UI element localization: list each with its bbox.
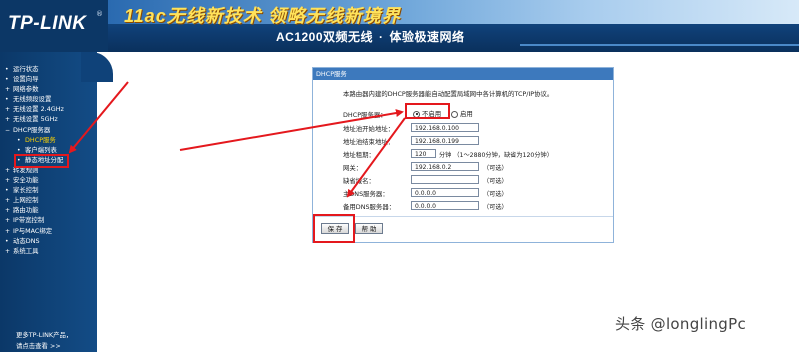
gateway-input[interactable]: 192.168.0.2 [411, 162, 479, 171]
sidebar-item[interactable]: + 无线设置 2.4GHz [5, 104, 64, 114]
sidebar-item-bullet: − [5, 126, 11, 134]
sidebar-item[interactable]: + 上网控制 [5, 195, 64, 205]
sidebar-item-label: 家长控制 [13, 186, 39, 195]
sidebar-item[interactable]: • 运行状态 [5, 64, 64, 74]
sidebar-item-label: 安全功能 [13, 176, 39, 185]
logo-registered-mark: ® [96, 10, 103, 18]
sidebar-item-bullet: + [5, 247, 11, 255]
sidebar-item-bullet: + [5, 116, 11, 124]
pool-start-input[interactable]: 192.168.0.100 [411, 123, 479, 132]
panel-divider [313, 216, 613, 217]
panel-intro: 本路由器内建的DHCP服务器能自动配置局域网中各计算机的TCP/IP协议。 [343, 90, 554, 98]
pool-end-input[interactable]: 192.168.0.199 [411, 136, 479, 145]
dhcp-panel: DHCP服务 本路由器内建的DHCP服务器能自动配置局域网中各计算机的TCP/I… [312, 67, 614, 243]
radio-enable[interactable] [451, 110, 458, 118]
sidebar-item[interactable]: + IP与MAC绑定 [5, 226, 64, 236]
sidebar-item[interactable]: + IP带宽控制 [5, 215, 64, 225]
lease-input[interactable]: 120 [411, 149, 436, 158]
banner-subtitle: AC1200双频无线 · 体验极速网络 [276, 28, 465, 45]
dns2-note: （可选） [483, 204, 508, 211]
domain-input[interactable] [411, 175, 479, 184]
gateway-note: （可选） [483, 165, 508, 172]
sidebar-item-label: 系统工具 [13, 246, 39, 255]
logo-text: TP-LINK [8, 13, 87, 34]
sidebar-item-label: 设置向导 [13, 75, 39, 84]
watermark: 头条 @longlingPc [615, 315, 746, 333]
dns1-note: （可选） [483, 191, 508, 198]
sidebar-item-label: 网络参数 [13, 85, 39, 94]
sidebar-item[interactable]: + 安全功能 [5, 175, 64, 185]
dns2-input[interactable]: 0.0.0.0 [411, 201, 479, 210]
dns1-label: 主DNS服务器： [343, 190, 389, 198]
sidebar-item[interactable]: + 路由功能 [5, 205, 64, 215]
sidebar-item[interactable]: • DHCP服务 [5, 135, 64, 145]
highlight-dhcp-menu [14, 154, 69, 168]
banner-stripe [520, 44, 799, 46]
sidebar-item[interactable]: • 家长控制 [5, 185, 64, 195]
highlight-disable-radio [405, 103, 450, 119]
pool-start-label: 地址池开始地址： [343, 125, 395, 133]
sidebar-item-label: 路由功能 [13, 206, 39, 215]
banner-sub-dot: · [379, 30, 384, 44]
sidebar-item[interactable]: + 网络参数 [5, 84, 64, 94]
dhcp-server-label: DHCP服务器： [343, 111, 387, 119]
pool-end-label: 地址池结束地址： [343, 138, 395, 146]
sidebar-item[interactable]: • 设置向导 [5, 74, 64, 84]
sidebar-item[interactable]: + 无线设置 5GHz [5, 114, 64, 124]
highlight-save-button [313, 214, 355, 243]
sidebar-item-label: 动态DNS [13, 236, 40, 245]
sidebar-item-bullet: + [5, 217, 11, 225]
gateway-label: 网关： [343, 164, 363, 172]
sidebar-item[interactable]: • 动态DNS [5, 236, 64, 246]
sidebar-item-label: IP带宽控制 [13, 216, 45, 225]
sidebar-item[interactable]: − DHCP服务器 [5, 125, 64, 135]
sidebar-item-label: DHCP服务器 [13, 125, 51, 134]
sidebar-item-label: 运行状态 [13, 65, 39, 73]
banner-sub-left: AC1200双频无线 [276, 30, 374, 44]
sidebar-item-label: DHCP服务 [25, 135, 56, 144]
sidebar: • 运行状态 • 设置向导 + 网络参数 • 无线频段设置 + 无线设置 2.4GHz + 无线设置 … [0, 52, 97, 352]
radio-enable-label: 启用 [460, 110, 473, 118]
sidebar-item-label: 上网控制 [13, 196, 39, 205]
banner-slogan: 11ac无线新技术 领略无线新境界 [124, 6, 401, 26]
domain-note: （可选） [483, 178, 508, 185]
help-button[interactable]: 帮 助 [355, 223, 383, 234]
sidebar-footer-line2: 请点击查看 >> [16, 342, 61, 350]
header-banner: TP-LINK ® 11ac无线新技术 领略无线新境界 AC1200双频无线 · 体… [0, 0, 799, 52]
sidebar-item-label: 无线设置 5GHz [13, 115, 58, 124]
sidebar-curve [81, 52, 113, 352]
tplink-logo: TP-LINK ® [0, 0, 108, 52]
panel-title: DHCP服务 [313, 68, 613, 80]
sidebar-item[interactable]: • 无线频段设置 [5, 94, 64, 104]
dns1-input[interactable]: 0.0.0.0 [411, 188, 479, 197]
lease-label: 地址租期： [343, 151, 375, 159]
sidebar-item[interactable]: + 系统工具 [5, 246, 64, 256]
domain-label: 缺省域名： [343, 177, 375, 185]
sidebar-footer-line1: 更多TP-LINK产品， [16, 331, 73, 339]
sidebar-footer-link[interactable]: 更多TP-LINK产品， 请点击查看 >> [16, 330, 72, 352]
lease-note: 分钟 （1～2880分钟，缺省为120分钟） [439, 152, 553, 159]
dns2-label: 备用DNS服务器： [343, 203, 396, 211]
sidebar-item-label: 客户端列表 [25, 145, 57, 154]
sidebar-item-label: IP与MAC绑定 [13, 226, 53, 235]
sidebar-item-label: 无线频段设置 [13, 95, 52, 104]
sidebar-item-label: 无线设置 2.4GHz [13, 105, 64, 114]
radio-enable-group[interactable]: 启用 [451, 109, 473, 118]
banner-sub-right: 体验极速网络 [389, 30, 465, 44]
